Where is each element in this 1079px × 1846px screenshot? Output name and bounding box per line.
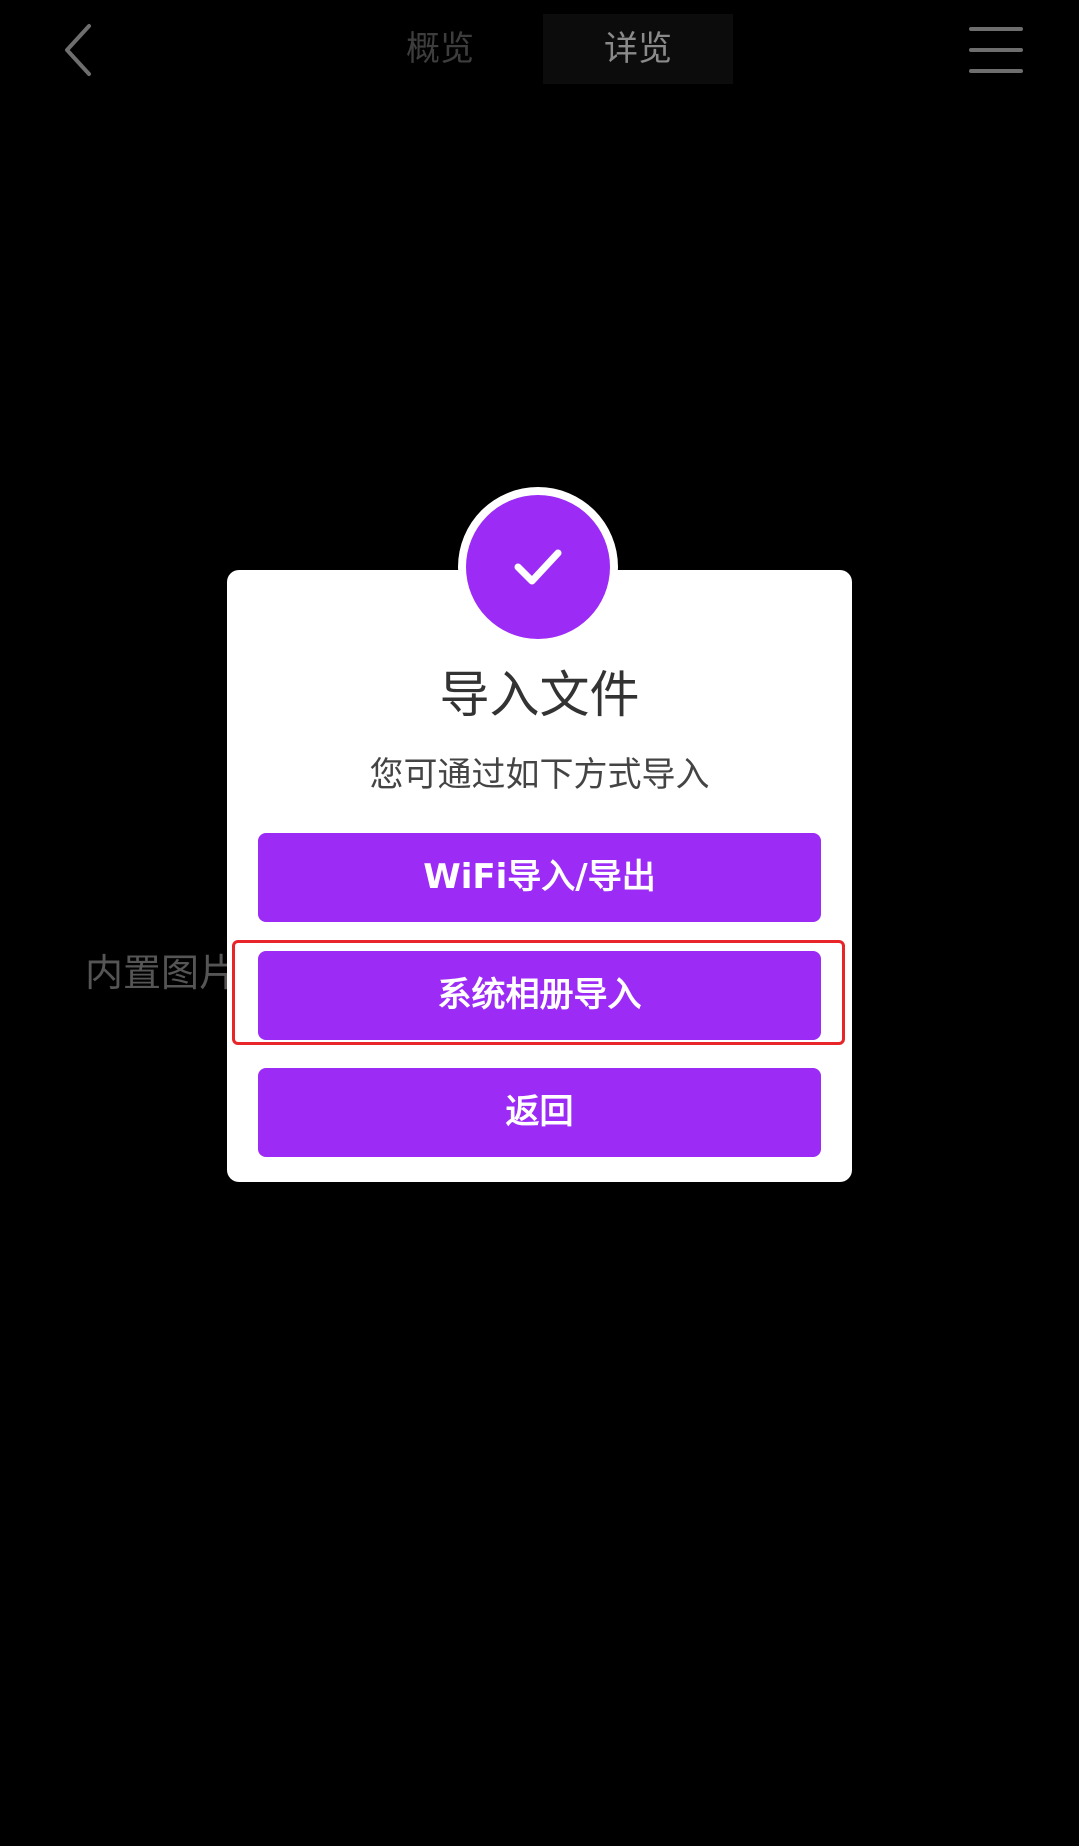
menu-button[interactable] [969, 27, 1023, 73]
menu-icon-bar [969, 27, 1023, 31]
menu-icon-bar [969, 48, 1023, 52]
wifi-import-export-button[interactable]: WiFi导入/导出 [258, 833, 821, 922]
menu-icon-bar [969, 69, 1023, 73]
chevron-left-icon [65, 24, 91, 76]
success-badge [458, 487, 618, 647]
return-button[interactable]: 返回 [258, 1068, 821, 1157]
tab-overview[interactable]: 概览 [380, 14, 500, 84]
dialog-subtitle: 您可通过如下方式导入 [369, 755, 710, 795]
back-button[interactable] [55, 20, 105, 80]
checkmark-icon [514, 549, 562, 585]
highlight-annotation [232, 940, 845, 1045]
success-badge-circle [466, 495, 610, 639]
import-dialog: 导入文件 您可通过如下方式导入 WiFi导入/导出 系统相册导入 返回 [227, 570, 852, 1182]
tab-detail[interactable]: 详览 [543, 14, 733, 84]
top-bar: 概览 详览 [0, 0, 1079, 104]
dialog-title: 导入文件 [439, 666, 640, 724]
